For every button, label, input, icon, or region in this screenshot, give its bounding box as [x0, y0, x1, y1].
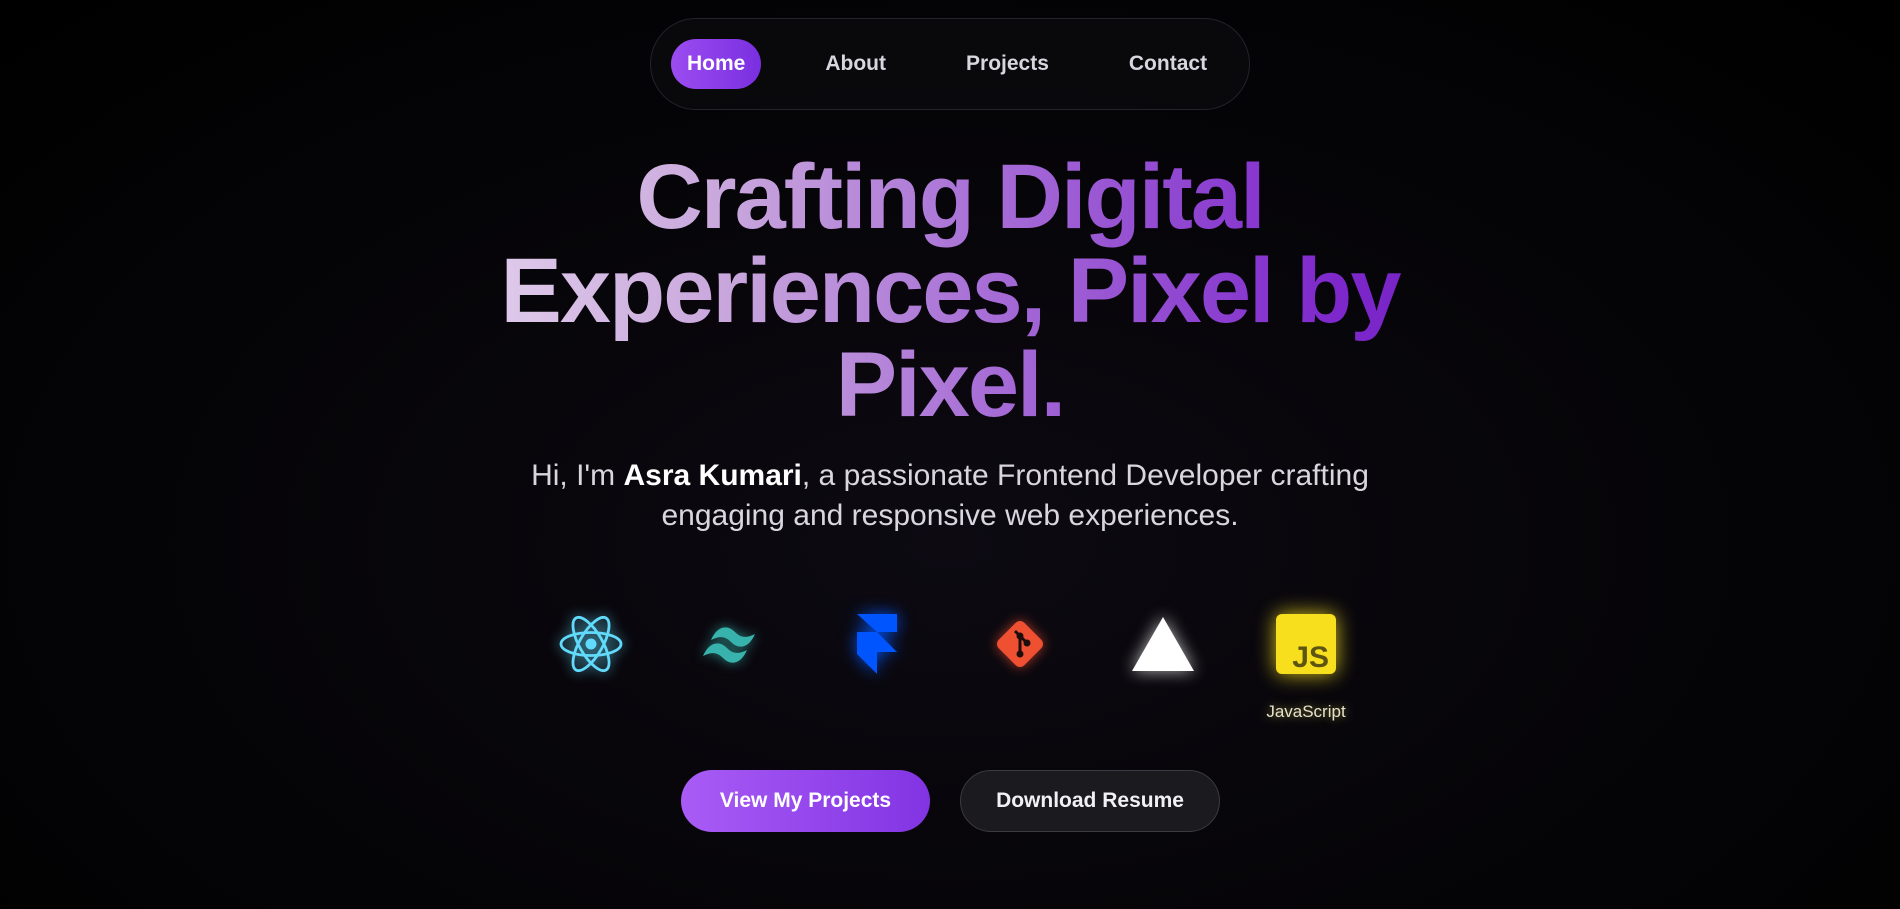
view-projects-button[interactable]: View My Projects	[681, 770, 930, 832]
top-nav: Home About Projects Contact	[650, 18, 1250, 110]
vercel-icon	[1127, 608, 1199, 680]
javascript-label: JavaScript	[1266, 702, 1346, 721]
javascript-icon: JS JavaScript	[1266, 608, 1346, 721]
svg-text:JS: JS	[1292, 641, 1329, 674]
nav-about[interactable]: About	[809, 39, 902, 89]
framer-icon	[841, 608, 913, 680]
hero-intro: Hi, I'm Asra Kumari, a passionate Fronte…	[500, 456, 1400, 536]
nav-projects[interactable]: Projects	[950, 39, 1065, 89]
hero-headline: Crafting Digital Experiences, Pixel by P…	[400, 150, 1500, 432]
download-resume-button[interactable]: Download Resume	[960, 770, 1220, 832]
nav-contact[interactable]: Contact	[1113, 39, 1223, 89]
nav-home[interactable]: Home	[671, 39, 762, 89]
react-icon	[555, 608, 627, 680]
tailwind-icon	[698, 608, 770, 680]
git-icon	[984, 608, 1056, 680]
intro-prefix: Hi, I'm	[531, 459, 624, 492]
intro-name: Asra Kumari	[623, 459, 802, 492]
